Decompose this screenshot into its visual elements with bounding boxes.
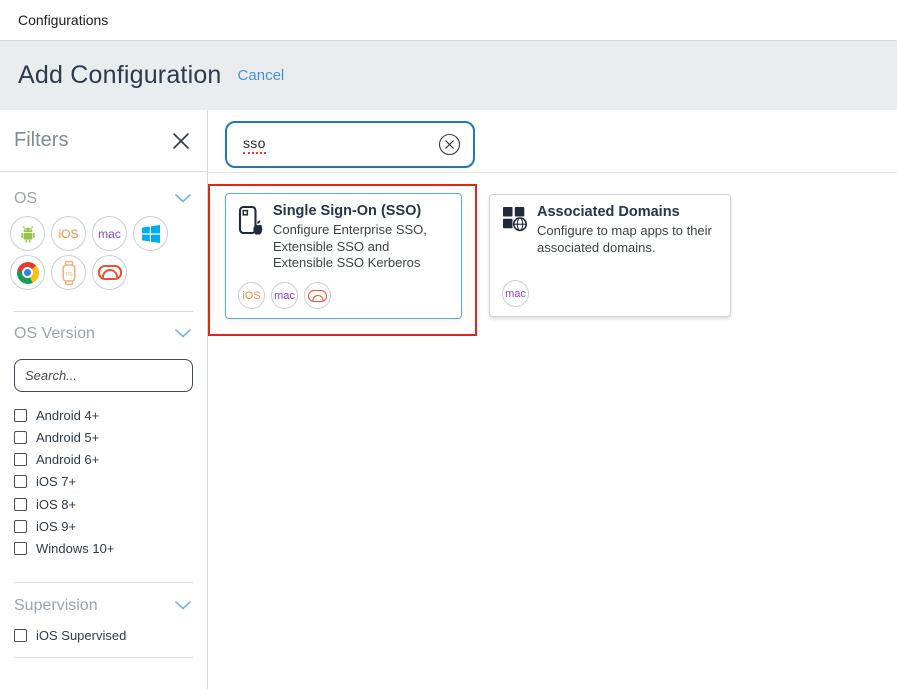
mac-icon[interactable]: mac (92, 216, 127, 251)
ios-badge: iOS (238, 282, 265, 309)
supervision-options: iOS Supervised (14, 628, 207, 644)
os-version-section-label: OS Version (14, 325, 95, 343)
checkbox[interactable] (14, 409, 27, 422)
mac-badge: mac (271, 282, 298, 309)
chrome-icon[interactable] (10, 255, 45, 290)
checkbox[interactable] (14, 453, 27, 466)
checkbox-label: iOS Supervised (36, 628, 126, 643)
chevron-down-icon[interactable] (175, 597, 191, 615)
card-description: Configure to map apps to their associate… (537, 223, 732, 256)
clear-search-icon[interactable] (438, 133, 461, 156)
checkbox-label: iOS 9+ (36, 519, 76, 534)
configuration-search-input[interactable]: sso (225, 121, 475, 168)
mac-badge: mac (502, 280, 529, 307)
page-title: Add Configuration (18, 61, 222, 90)
highlight-red-box: Single Sign-On (SSO) Configure Enterpris… (208, 184, 477, 336)
mac-badge-label: mac (505, 288, 526, 300)
checkbox-label: Android 5+ (36, 430, 99, 445)
supervision-section-label: Supervision (14, 597, 98, 615)
breadcrumb: Configurations (18, 12, 108, 28)
os-version-option-ios7[interactable]: iOS 7+ (14, 474, 207, 490)
divider (14, 582, 193, 583)
mac-icon-label: mac (98, 227, 121, 241)
os-section-label: OS (14, 190, 37, 208)
checkbox[interactable] (14, 498, 27, 511)
visionos-icon[interactable] (92, 255, 127, 290)
close-icon[interactable] (171, 131, 191, 151)
ios-icon-label: iOS (58, 227, 78, 241)
filters-title: Filters (14, 129, 68, 152)
os-filter-icons: iOS mac os (10, 216, 180, 290)
watchos-icon-label: os (65, 270, 73, 277)
os-version-option-android5[interactable]: Android 5+ (14, 429, 207, 445)
cancel-button[interactable]: Cancel (238, 67, 285, 84)
windows-icon[interactable] (133, 216, 168, 251)
card-title: Associated Domains (537, 204, 732, 220)
chevron-down-icon[interactable] (175, 190, 191, 208)
checkbox[interactable] (14, 629, 27, 642)
checkbox-label: Windows 10+ (36, 541, 114, 556)
app-grid-globe-icon (502, 206, 528, 256)
divider (14, 657, 193, 658)
chevron-down-icon[interactable] (175, 325, 191, 343)
checkbox[interactable] (14, 542, 27, 555)
checkbox-label: Android 6+ (36, 452, 99, 467)
filters-header: Filters (0, 110, 207, 172)
page-header: Add Configuration Cancel (0, 41, 897, 110)
card-single-sign-on[interactable]: Single Sign-On (SSO) Configure Enterpris… (225, 193, 462, 319)
supervision-section-header[interactable]: Supervision (14, 597, 191, 615)
ios-icon[interactable]: iOS (51, 216, 86, 251)
os-version-section-header[interactable]: OS Version (14, 325, 191, 343)
filters-sidebar: Filters OS (0, 110, 208, 689)
os-version-option-windows10[interactable]: Windows 10+ (14, 541, 207, 557)
apple-device-icon (238, 205, 264, 272)
os-section-header[interactable]: OS (14, 190, 191, 208)
card-description: Configure Enterprise SSO, Extensible SSO… (273, 222, 449, 272)
platform-badges: iOS mac (238, 282, 449, 309)
checkbox-label: iOS 8+ (36, 497, 76, 512)
configurations-panel: sso (208, 110, 897, 689)
os-version-option-ios8[interactable]: iOS 8+ (14, 496, 207, 512)
os-version-options: Android 4+ Android 5+ Android 6+ iOS 7+ … (14, 407, 207, 557)
card-title: Single Sign-On (SSO) (273, 203, 449, 219)
checkbox[interactable] (14, 475, 27, 488)
card-associated-domains[interactable]: Associated Domains Configure to map apps… (489, 194, 731, 317)
os-version-option-ios9[interactable]: iOS 9+ (14, 518, 207, 534)
checkbox[interactable] (14, 431, 27, 444)
checkbox[interactable] (14, 520, 27, 533)
os-version-search-input[interactable] (14, 359, 193, 392)
mac-badge-label: mac (274, 290, 295, 302)
os-version-option-android4[interactable]: Android 4+ (14, 407, 207, 423)
checkbox-label: iOS 7+ (36, 474, 76, 489)
watchos-icon[interactable]: os (51, 255, 86, 290)
top-nav-bar: Configurations (0, 0, 897, 41)
visionos-badge (304, 282, 331, 309)
checkbox-label: Android 4+ (36, 408, 99, 423)
ios-badge-label: iOS (242, 290, 260, 302)
visionos-goggles-icon (308, 290, 327, 302)
supervision-option-ios-supervised[interactable]: iOS Supervised (14, 628, 207, 644)
platform-badges: mac (502, 280, 718, 307)
divider (14, 311, 193, 312)
android-icon[interactable] (10, 216, 45, 251)
search-row: sso (208, 110, 897, 173)
os-version-option-android6[interactable]: Android 6+ (14, 452, 207, 468)
configuration-cards: Single Sign-On (SSO) Configure Enterpris… (208, 173, 897, 336)
search-query-text: sso (243, 135, 266, 154)
